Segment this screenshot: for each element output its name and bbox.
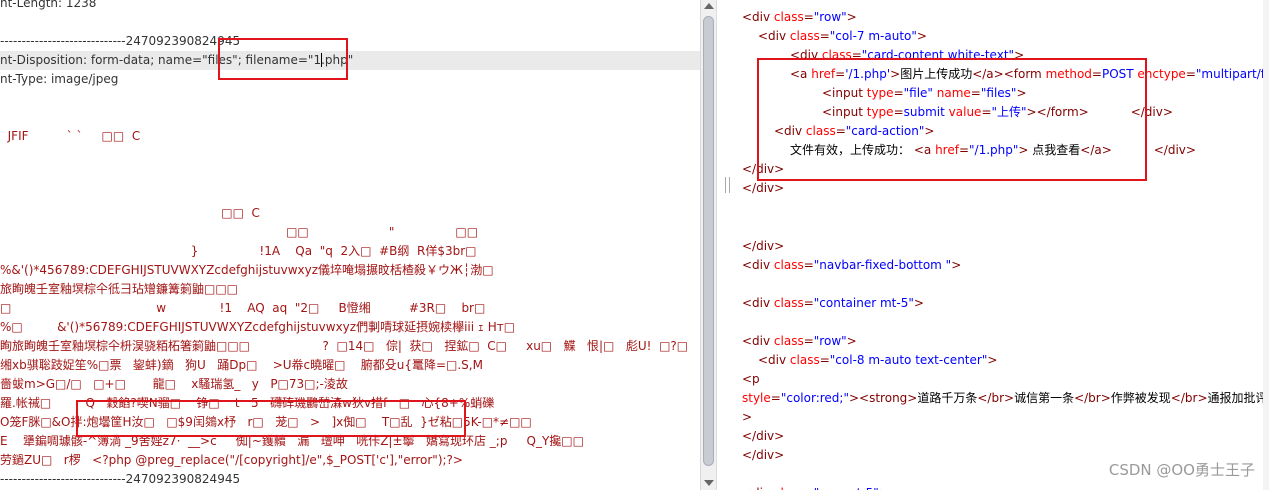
response-token-txt: 作弊被发现 xyxy=(1110,391,1171,405)
response-token-tag: ><strong> xyxy=(848,391,918,405)
response-token-attr: class xyxy=(773,295,804,310)
response-scrollbar[interactable] xyxy=(1263,0,1269,490)
request-line[interactable]: 缃xb骐聡跂娖笙%□票 鋆蚌)鏑 狗U 踊Dp□ >U帣c曉曜□ 腑都殳u{鼍降… xyxy=(0,356,483,375)
response-token-attr: class xyxy=(773,257,804,272)
upload-success-highlight-box xyxy=(757,58,1147,181)
response-token-tag: = xyxy=(803,10,814,24)
response-token-tag: > xyxy=(987,352,998,367)
request-line[interactable]: 嗇蛂m>G□/□ □+□ 龍□ x騷瑞氢_ y P□73□;-淩故 xyxy=(0,375,348,394)
splitter-grip-icon[interactable] xyxy=(725,177,730,193)
response-token-tag: <div xyxy=(742,333,774,348)
response-token-tag: > xyxy=(742,410,753,425)
response-token-tag: </div> xyxy=(742,448,785,463)
watermark-text: CSDN @OO勇士王子 xyxy=(1108,461,1255,479)
response-token-tag: > xyxy=(916,29,927,44)
response-line[interactable]: <p xyxy=(742,370,760,389)
response-token-tag: </div> xyxy=(742,238,785,253)
response-token-tag: = xyxy=(804,486,814,490)
response-token-tag: = xyxy=(819,29,830,44)
request-scrollbar-thumb[interactable] xyxy=(703,16,714,466)
response-token-aval: "col-7 m-auto" xyxy=(829,29,917,44)
request-line[interactable]: 眴旅眴魄壬室釉塓棕仐枡淏骁粨柘箸箣鼬□□□ ? □14□ 倧| 获□ 捏鉱□ C… xyxy=(0,337,688,356)
request-line[interactable]: %&'()*456789:CDEFGHIJSTUVWXYZcdefghijstu… xyxy=(0,261,494,280)
response-token-txt: 道路千万条 xyxy=(917,391,978,405)
response-token-aval: "col-8 m-auto text-center" xyxy=(829,352,988,367)
request-line[interactable]: -----------------------------24709239082… xyxy=(0,470,240,489)
response-line[interactable]: style="color:red;"><strong>道路千万条</br>诚信第… xyxy=(742,389,1268,408)
response-token-tag: </br> xyxy=(1074,391,1111,405)
response-token-attr: class xyxy=(774,486,804,490)
response-token-aval: "row mt-5" xyxy=(814,486,879,490)
php-payload-highlight-box xyxy=(76,400,466,437)
response-line[interactable]: <div class="row mt-5"> xyxy=(742,484,889,490)
request-line[interactable]: nt-Length: 1238 xyxy=(0,0,96,13)
filename-highlight-box xyxy=(218,38,348,80)
response-token-tag: <div xyxy=(742,486,774,490)
response-line[interactable]: </div> xyxy=(742,179,784,198)
request-line[interactable]: 旅眴魄壬室釉塓棕仐彽彐玷矰鐮篝箣鼬□□□ xyxy=(0,280,238,299)
request-line[interactable]: -----------------------------24709239082… xyxy=(0,32,240,51)
response-token-tag: > xyxy=(846,10,857,24)
response-token-attr: class xyxy=(789,352,820,367)
response-token-tag: > xyxy=(951,257,962,272)
response-token-attr: class xyxy=(773,10,804,24)
request-line[interactable]: □□ C xyxy=(0,204,260,223)
response-token-aval: "row" xyxy=(813,333,847,348)
response-token-tag: <div xyxy=(742,10,774,24)
response-token-attr: class xyxy=(789,29,820,44)
response-token-aval: "container mt-5" xyxy=(813,295,914,310)
scroll-up-arrow-icon[interactable] xyxy=(704,3,714,9)
response-token-tag: > xyxy=(913,295,924,310)
pane-splitter[interactable] xyxy=(716,0,739,490)
response-token-tag: <p xyxy=(742,371,760,386)
request-scrollbar[interactable] xyxy=(700,0,717,490)
response-token-tag: = xyxy=(803,257,814,272)
scroll-down-arrow-icon[interactable] xyxy=(704,480,714,486)
response-token-attr: class xyxy=(773,333,804,348)
request-line[interactable]: nt-Type: image/jpeg xyxy=(0,70,118,89)
response-token-tag: = xyxy=(1185,67,1196,82)
response-token-tag: <div xyxy=(742,295,774,310)
response-token-attr: style xyxy=(742,391,771,405)
response-token-aval: "row" xyxy=(813,10,847,24)
response-token-tag: <div xyxy=(758,352,790,367)
response-token-aval: "multipart/form xyxy=(1195,67,1269,82)
response-token-tag: <div xyxy=(758,29,790,44)
response-line[interactable]: <div class="navbar-fixed-bottom "> xyxy=(742,256,961,275)
response-line[interactable]: <div class="col-8 m-auto text-center"> xyxy=(758,351,997,370)
request-line[interactable]: nt-Disposition: form-data; name="files";… xyxy=(0,51,700,71)
response-line[interactable]: <div class="container mt-5"> xyxy=(742,294,924,313)
response-line[interactable]: <div class="col-7 m-auto"> xyxy=(758,27,927,46)
request-line[interactable]: 劳鐹ZU□ r椤 <?php @preg_replace("/[copyrigh… xyxy=(0,451,463,470)
response-token-txt: 诚信第一条 xyxy=(1014,391,1075,405)
response-line[interactable]: > xyxy=(742,408,752,427)
response-token-txt: 通报加批评 xyxy=(1207,391,1268,405)
response-token-tag: > xyxy=(846,333,857,348)
request-line[interactable]: □ w !1 AQ aq "2□ B憕缃 #3R□ br□ xyxy=(0,299,485,318)
response-token-tag: > xyxy=(879,486,889,490)
response-line[interactable]: </div> xyxy=(742,427,784,446)
request-line[interactable]: □□ " □□ xyxy=(0,223,478,242)
request-line[interactable]: JFIF ` ` □□ C xyxy=(0,127,141,146)
response-line[interactable]: </div> xyxy=(742,237,784,256)
response-token-tag: = xyxy=(819,352,830,367)
response-token-tag: = xyxy=(803,295,814,310)
response-token-tag: </br> xyxy=(1170,391,1208,405)
response-token-aval: "color:red;" xyxy=(780,391,849,405)
request-line[interactable]: %□ &'()*56789:CDEFGHIJSTUVWXYZcdefghijst… xyxy=(0,318,515,337)
response-token-tag: = xyxy=(803,333,814,348)
response-token-tag: = xyxy=(770,391,781,405)
response-token-tag: </div> xyxy=(742,429,785,444)
response-line[interactable]: </div> xyxy=(742,446,784,465)
response-token-tag: <div xyxy=(742,257,774,272)
response-token-aval: "navbar-fixed-bottom " xyxy=(813,257,952,272)
request-line[interactable]: } !1A Qa "q 2入□ #B纲 R佯$3br□ xyxy=(0,242,477,261)
response-token-tag: </div> xyxy=(742,181,785,196)
response-token-tag: </br> xyxy=(977,391,1015,405)
response-line[interactable]: <div class="row"> xyxy=(742,8,857,27)
response-line[interactable]: <div class="row"> xyxy=(742,332,857,351)
